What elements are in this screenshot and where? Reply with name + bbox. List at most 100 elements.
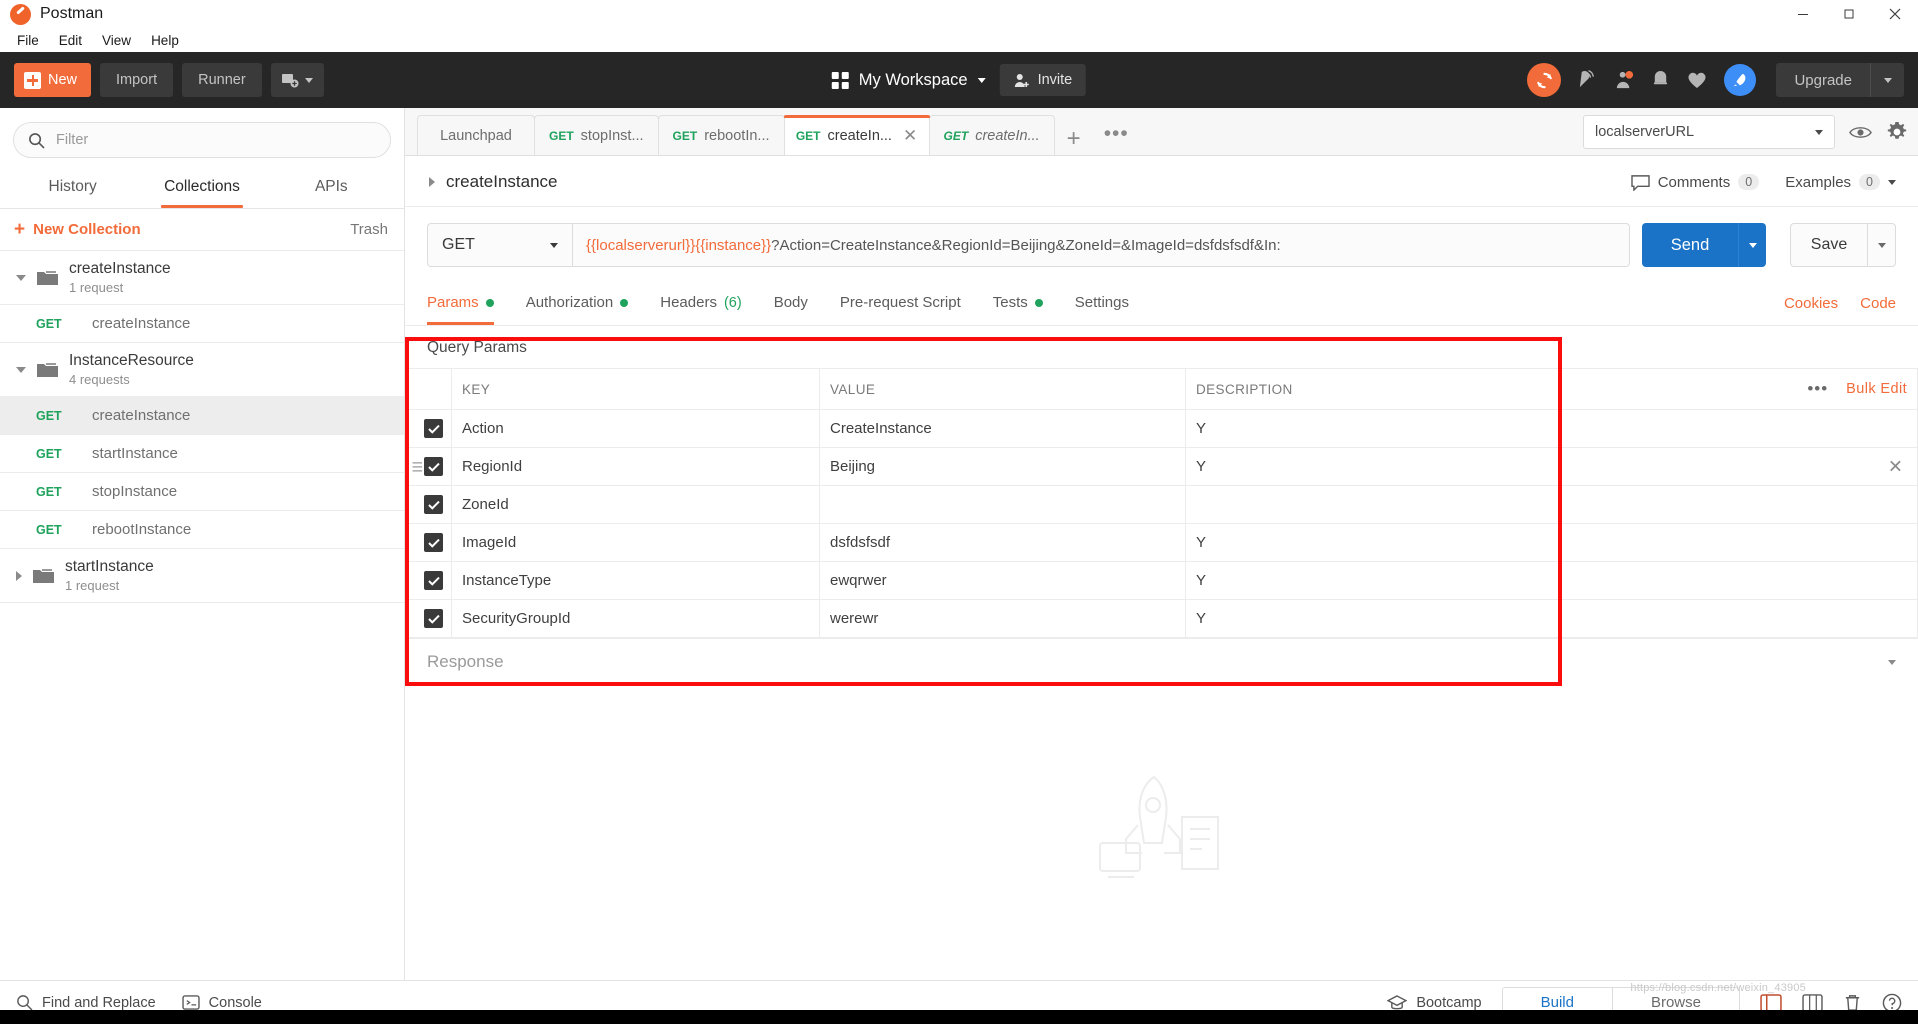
- filter-box[interactable]: [13, 122, 391, 158]
- collection-folder-instanceresource[interactable]: InstanceResource 4 requests: [0, 343, 404, 397]
- row-description[interactable]: Y: [1185, 599, 1918, 638]
- sync-icon[interactable]: [1527, 63, 1562, 97]
- row-key[interactable]: Action: [451, 409, 820, 448]
- bootcamp-button[interactable]: Bootcamp: [1387, 995, 1482, 1011]
- trash-link[interactable]: Trash: [350, 221, 388, 238]
- row-checkbox[interactable]: [424, 533, 443, 552]
- chevron-down-icon[interactable]: [16, 366, 26, 373]
- new-collection-button[interactable]: + New Collection: [14, 220, 141, 239]
- row-checkbox[interactable]: [424, 419, 443, 438]
- row-description[interactable]: Y: [1185, 523, 1918, 562]
- sidebar-request-rebootinstance[interactable]: GET rebootInstance: [0, 511, 404, 549]
- row-checkbox[interactable]: [424, 495, 443, 514]
- close-button[interactable]: [1872, 0, 1918, 28]
- row-checkbox[interactable]: [424, 457, 443, 476]
- menu-file[interactable]: File: [8, 31, 48, 50]
- tab-body[interactable]: Body: [758, 281, 824, 325]
- invite-button[interactable]: Invite: [999, 64, 1087, 96]
- row-checkbox[interactable]: [424, 609, 443, 628]
- drag-handle-icon[interactable]: ☰: [412, 460, 424, 473]
- comments-button[interactable]: Comments 0: [1630, 174, 1760, 191]
- rocket-icon[interactable]: [1724, 64, 1757, 96]
- sidebar-request-createinstance-2[interactable]: GET createInstance: [0, 397, 404, 435]
- bulk-edit-link[interactable]: Bulk Edit: [1846, 381, 1907, 397]
- chevron-down-icon[interactable]: [16, 274, 26, 281]
- menu-help[interactable]: Help: [142, 31, 188, 50]
- sidebar-tab-collections[interactable]: Collections: [137, 168, 266, 208]
- row-key[interactable]: ImageId: [451, 523, 820, 562]
- menu-edit[interactable]: Edit: [50, 31, 91, 50]
- filter-input[interactable]: [56, 132, 376, 148]
- response-section-header[interactable]: Response: [405, 638, 1918, 685]
- table-row[interactable]: ZoneId: [405, 485, 1918, 524]
- request-tab-stopinstance[interactable]: GET stopInst...: [534, 115, 659, 155]
- open-new-button[interactable]: [270, 63, 324, 97]
- upgrade-dropdown-button[interactable]: [1870, 63, 1904, 97]
- table-row[interactable]: ImageId dsfdsfsdf Y: [405, 523, 1918, 562]
- tab-pre-request-script[interactable]: Pre-request Script: [824, 281, 977, 325]
- table-row[interactable]: InstanceType ewqrwer Y: [405, 561, 1918, 600]
- heart-icon[interactable]: [1686, 70, 1708, 90]
- http-method-selector[interactable]: GET: [427, 223, 573, 267]
- collection-folder-startinstance[interactable]: startInstance 1 request: [0, 549, 404, 603]
- examples-button[interactable]: Examples 0: [1785, 174, 1896, 191]
- tab-authorization[interactable]: Authorization: [510, 281, 645, 325]
- request-tab-createinstance-preview[interactable]: GET createIn...: [928, 115, 1055, 155]
- chevron-right-icon[interactable]: [429, 177, 435, 187]
- row-description[interactable]: Y: [1185, 561, 1918, 600]
- bell-icon[interactable]: [1651, 70, 1670, 90]
- collection-folder-createinstance[interactable]: createInstance 1 request: [0, 251, 404, 305]
- maximize-button[interactable]: [1826, 0, 1872, 28]
- runner-button[interactable]: Runner: [182, 63, 262, 97]
- gear-icon[interactable]: [1886, 121, 1908, 143]
- row-description[interactable]: Y: [1196, 458, 1206, 475]
- save-button[interactable]: Save: [1790, 223, 1868, 267]
- row-key[interactable]: RegionId: [451, 447, 820, 486]
- sidebar-request-createinstance-1[interactable]: GET createInstance: [0, 305, 404, 343]
- sidebar-request-startinstance[interactable]: GET startInstance: [0, 435, 404, 473]
- upgrade-button[interactable]: Upgrade: [1776, 63, 1870, 97]
- chevron-down-icon[interactable]: [1888, 659, 1896, 665]
- chevron-right-icon[interactable]: [16, 570, 22, 581]
- row-key[interactable]: ZoneId: [451, 485, 820, 524]
- environment-selector[interactable]: localserverURL: [1583, 115, 1835, 149]
- tab-settings[interactable]: Settings: [1059, 281, 1145, 325]
- new-button[interactable]: New: [14, 63, 92, 97]
- eye-icon[interactable]: [1849, 124, 1872, 141]
- sidebar-request-stopinstance[interactable]: GET stopInstance: [0, 473, 404, 511]
- runner-icon[interactable]: [1760, 993, 1782, 1012]
- notifications-icon[interactable]: [1614, 70, 1635, 91]
- tab-headers[interactable]: Headers (6): [644, 281, 757, 325]
- satellite-icon[interactable]: [1577, 69, 1598, 91]
- row-value[interactable]: werewr: [819, 599, 1186, 638]
- table-row[interactable]: Action CreateInstance Y: [405, 409, 1918, 448]
- row-value[interactable]: CreateInstance: [819, 409, 1186, 448]
- request-tab-createinstance-active[interactable]: GET createIn... ✕: [783, 115, 930, 155]
- send-dropdown-button[interactable]: [1738, 223, 1766, 267]
- request-tab-rebootinstance[interactable]: GET rebootIn...: [657, 115, 785, 155]
- sidebar-tab-apis[interactable]: APIs: [267, 168, 396, 208]
- row-checkbox[interactable]: [424, 571, 443, 590]
- cookies-link[interactable]: Cookies: [1784, 295, 1838, 312]
- params-more-icon[interactable]: •••: [1807, 379, 1828, 399]
- row-value[interactable]: ewqrwer: [819, 561, 1186, 600]
- row-value[interactable]: Beijing: [819, 447, 1186, 486]
- table-row[interactable]: ☰ RegionId Beijing Y ✕: [405, 447, 1918, 486]
- request-tab-launchpad[interactable]: Launchpad: [417, 115, 535, 155]
- tab-tests[interactable]: Tests: [977, 281, 1059, 325]
- console-button[interactable]: Console: [182, 995, 262, 1011]
- more-tabs-button[interactable]: •••: [1094, 122, 1139, 155]
- row-value[interactable]: dsfdsfsdf: [819, 523, 1186, 562]
- row-description[interactable]: Y: [1185, 409, 1918, 448]
- row-value[interactable]: [819, 485, 1186, 524]
- row-key[interactable]: InstanceType: [451, 561, 820, 600]
- minimize-button[interactable]: [1780, 0, 1826, 28]
- grid-icon[interactable]: [1802, 993, 1823, 1012]
- send-button[interactable]: Send: [1642, 223, 1738, 267]
- save-dropdown-button[interactable]: [1868, 223, 1896, 267]
- code-link[interactable]: Code: [1860, 295, 1896, 312]
- url-input[interactable]: {{localserverurl}}{{instance}} ?Action=Cr…: [573, 223, 1630, 267]
- tab-params[interactable]: Params: [427, 281, 510, 325]
- workspace-selector[interactable]: My Workspace: [831, 71, 986, 90]
- find-and-replace-button[interactable]: Find and Replace: [16, 994, 156, 1011]
